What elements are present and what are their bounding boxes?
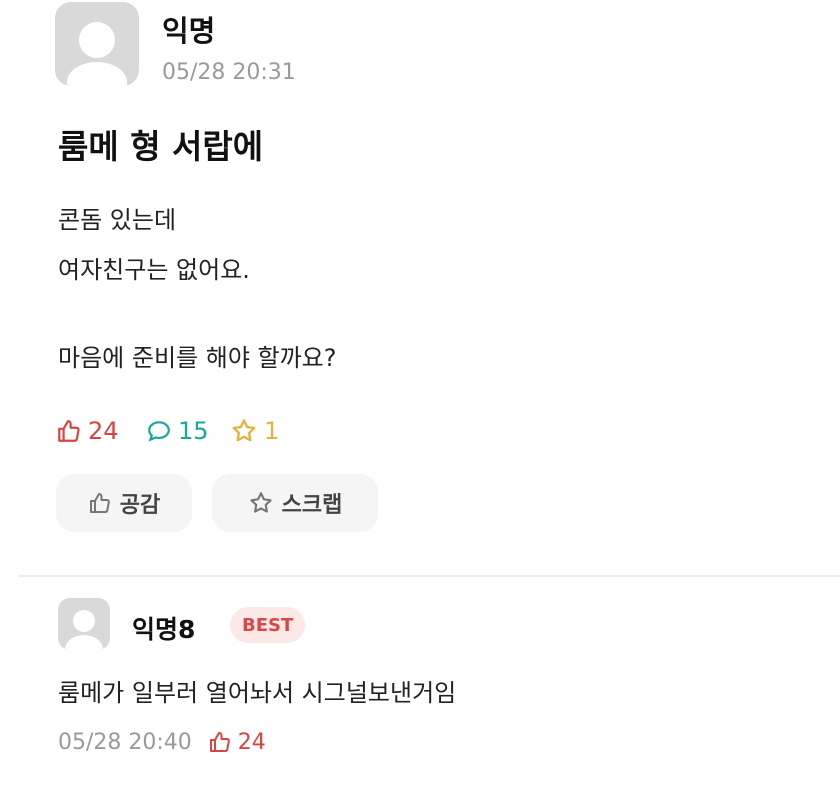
comment-count-value: 15 [178, 417, 209, 445]
like-button-label: 공감 [119, 493, 161, 518]
scrap-button-label: 스크랩 [281, 493, 343, 518]
post-body-line-3: 마음에 준비를 해야 할까요? [58, 344, 337, 372]
avatar-head-shape [79, 22, 115, 58]
like-count-value: 24 [88, 417, 119, 445]
star-icon [232, 419, 256, 442]
best-badge: BEST [230, 607, 306, 643]
like-button[interactable]: 공감 [56, 474, 192, 532]
comment-text: 룸메가 일부러 열어놔서 시그널보낸거임 [58, 679, 457, 707]
comment-like-value: 24 [237, 729, 266, 755]
comment-author-avatar[interactable] [58, 598, 110, 650]
post-scrap-count: 1 [230, 414, 279, 448]
post-body-line-1: 콘돔 있는데 [58, 206, 177, 234]
post-body-line-2: 여자친구는 없어요. [58, 256, 250, 284]
speech-bubble-icon [148, 421, 170, 442]
avatar-body-shape [65, 635, 103, 650]
scrap-count-value: 1 [264, 417, 280, 445]
thumbs-up-icon [89, 493, 110, 513]
star-icon [250, 492, 272, 513]
post-author-avatar[interactable] [55, 2, 139, 86]
post-timestamp: 05/28 20:31 [162, 60, 296, 85]
comment-like-count[interactable]: 24 [208, 730, 266, 755]
post-title: 룸메 형 서랍에 [58, 127, 264, 166]
post-author-name: 익명 [162, 14, 216, 48]
scrap-button[interactable]: 스크랩 [212, 474, 378, 532]
avatar-body-shape [67, 62, 127, 86]
post-like-count: 24 [56, 414, 119, 448]
thumbs-up-icon [209, 732, 230, 752]
section-divider [18, 575, 840, 577]
comment-author-name: 익명8 [132, 615, 196, 644]
post-comment-count: 15 [146, 414, 209, 448]
thumbs-up-icon [58, 420, 80, 442]
comment-timestamp: 05/28 20:40 [58, 729, 192, 755]
avatar-head-shape [73, 610, 95, 632]
comment-meta: 05/28 20:40 24 [58, 726, 266, 758]
